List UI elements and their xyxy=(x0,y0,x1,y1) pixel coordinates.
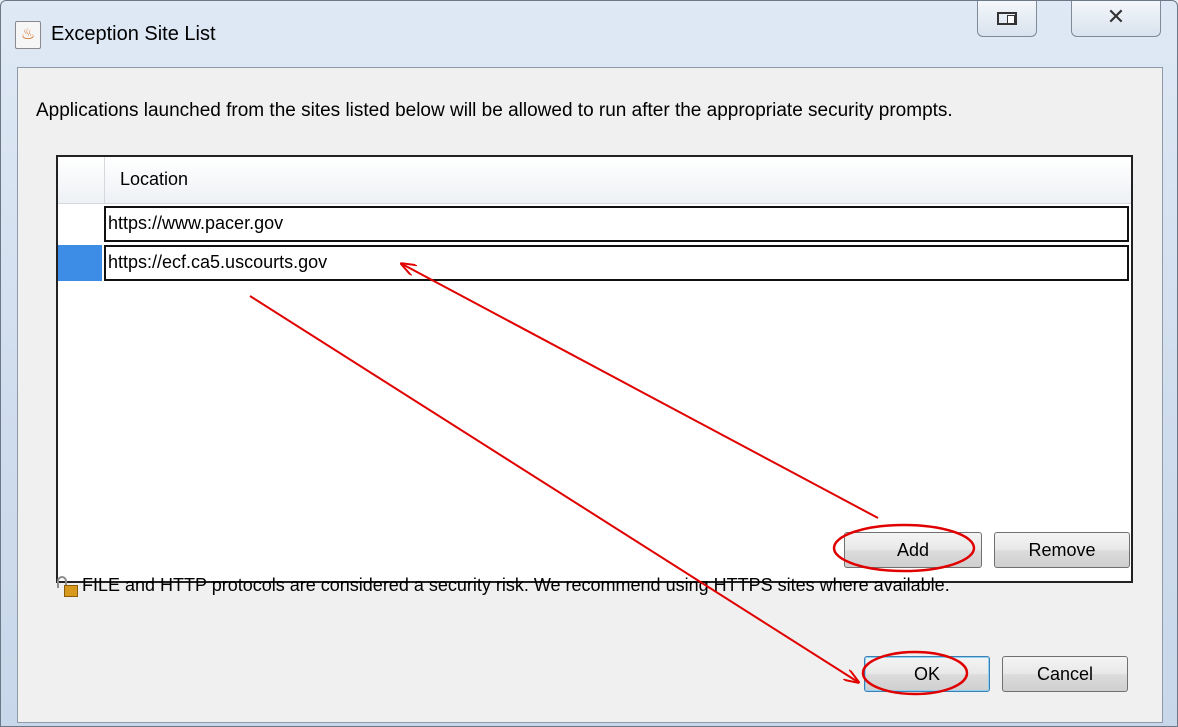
restore-icon xyxy=(997,12,1017,25)
cancel-button[interactable]: Cancel xyxy=(1002,656,1128,692)
dialog-description: Applications launched from the sites lis… xyxy=(36,100,953,121)
java-icon: ♨ xyxy=(15,21,41,49)
site-list-table[interactable]: Location https://www.pacer.gov https://e… xyxy=(56,155,1133,583)
restore-button[interactable] xyxy=(977,1,1037,37)
location-cell[interactable]: https://ecf.ca5.uscourts.gov xyxy=(104,245,1129,281)
table-header: Location xyxy=(58,157,1131,204)
column-header-location[interactable]: Location xyxy=(120,169,188,190)
row-header-corner xyxy=(58,157,105,203)
unlocked-padlock-icon xyxy=(56,575,78,598)
add-button[interactable]: Add xyxy=(844,532,982,568)
row-selector[interactable] xyxy=(58,206,102,242)
dialog-body: Applications launched from the sites lis… xyxy=(17,67,1163,723)
window-title: Exception Site List xyxy=(51,23,216,45)
close-button[interactable]: ✕ xyxy=(1071,1,1161,37)
exception-site-list-window: ♨ Exception Site List ✕ Applications lau… xyxy=(0,0,1178,727)
remove-button[interactable]: Remove xyxy=(994,532,1130,568)
row-selector[interactable] xyxy=(58,245,102,281)
close-icon: ✕ xyxy=(1106,4,1126,29)
security-warning: FILE and HTTP protocols are considered a… xyxy=(56,575,950,598)
ok-button[interactable]: OK xyxy=(864,656,990,692)
title-bar: ♨ Exception Site List ✕ xyxy=(1,1,1177,67)
table-row[interactable]: https://www.pacer.gov xyxy=(58,206,1131,242)
security-warning-text: FILE and HTTP protocols are considered a… xyxy=(82,575,950,595)
table-row[interactable]: https://ecf.ca5.uscourts.gov xyxy=(58,245,1131,281)
location-cell[interactable]: https://www.pacer.gov xyxy=(104,206,1129,242)
